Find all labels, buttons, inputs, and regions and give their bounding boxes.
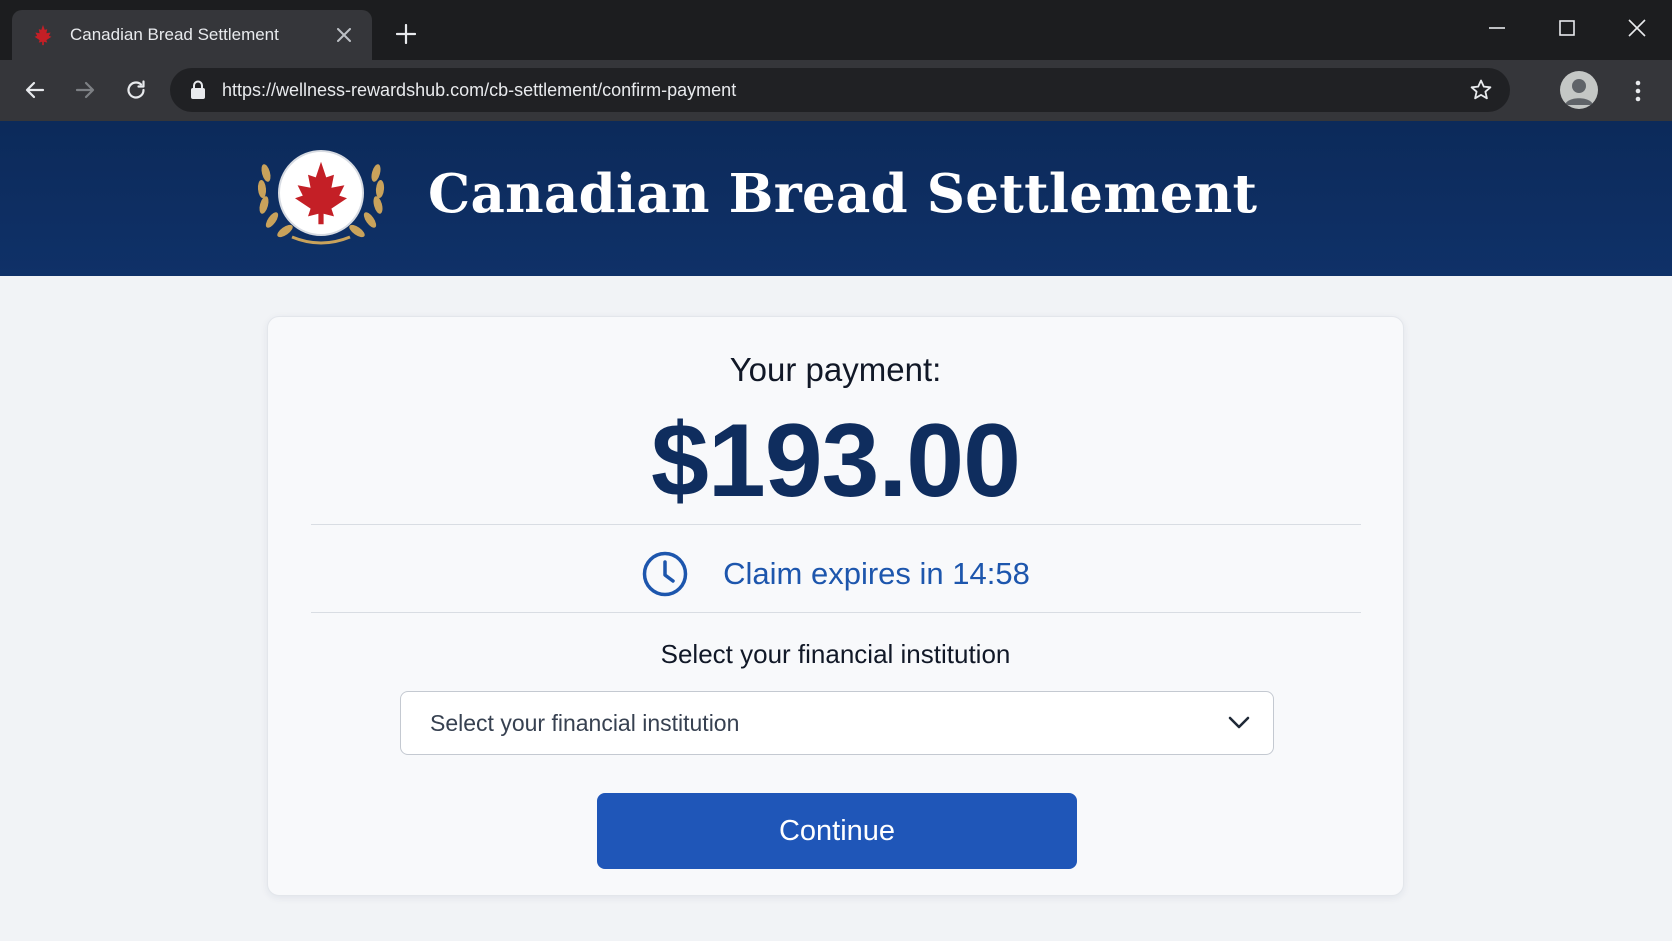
divider xyxy=(311,524,1361,525)
maximize-button[interactable] xyxy=(1542,10,1592,46)
browser-tab[interactable]: Canadian Bread Settlement xyxy=(12,10,372,60)
new-tab-button[interactable] xyxy=(390,18,422,50)
kebab-menu-icon[interactable] xyxy=(1623,74,1653,108)
address-bar[interactable]: https://wellness-rewardshub.com/cb-settl… xyxy=(170,68,1510,112)
site-header: Canadian Bread Settlement xyxy=(0,121,1672,276)
divider xyxy=(311,612,1361,613)
chevron-down-icon xyxy=(1225,709,1253,737)
minimize-button[interactable] xyxy=(1472,10,1522,46)
clock-icon xyxy=(642,551,688,597)
institution-select-value: Select your financial institution xyxy=(430,709,740,736)
lock-icon[interactable] xyxy=(188,79,208,101)
maple-leaf-wheat-emblem xyxy=(252,141,390,251)
institution-select[interactable]: Select your financial institution xyxy=(400,691,1274,755)
timer-text: Claim expires in 14:58 xyxy=(723,556,1030,591)
payment-label: Your payment: xyxy=(729,351,942,388)
back-button[interactable] xyxy=(15,70,55,110)
forward-button[interactable] xyxy=(65,70,105,110)
reload-button[interactable] xyxy=(116,70,156,110)
continue-button[interactable]: Continue xyxy=(597,793,1077,869)
browser-tabstrip: Canadian Bread Settlement xyxy=(0,0,1672,60)
claim-timer: Claim expires in 14:58 xyxy=(268,544,1403,604)
maple-leaf-icon xyxy=(30,22,56,48)
tab-title: Canadian Bread Settlement xyxy=(70,25,279,44)
browser-toolbar: https://wellness-rewardshub.com/cb-settl… xyxy=(0,60,1672,121)
payment-amount: $193.00 xyxy=(651,403,1021,519)
payment-card: Your payment: $193.00 Claim expires in 1… xyxy=(267,316,1404,896)
profile-avatar[interactable] xyxy=(1560,71,1598,109)
url-text: https://wellness-rewardshub.com/cb-settl… xyxy=(222,79,737,100)
window-close-button[interactable] xyxy=(1612,10,1662,46)
tab-close-icon[interactable] xyxy=(330,21,358,49)
site-title: Canadian Bread Settlement xyxy=(428,163,1258,225)
institution-label: Select your financial institution xyxy=(660,639,1011,669)
bookmark-star-icon[interactable] xyxy=(1466,75,1496,105)
